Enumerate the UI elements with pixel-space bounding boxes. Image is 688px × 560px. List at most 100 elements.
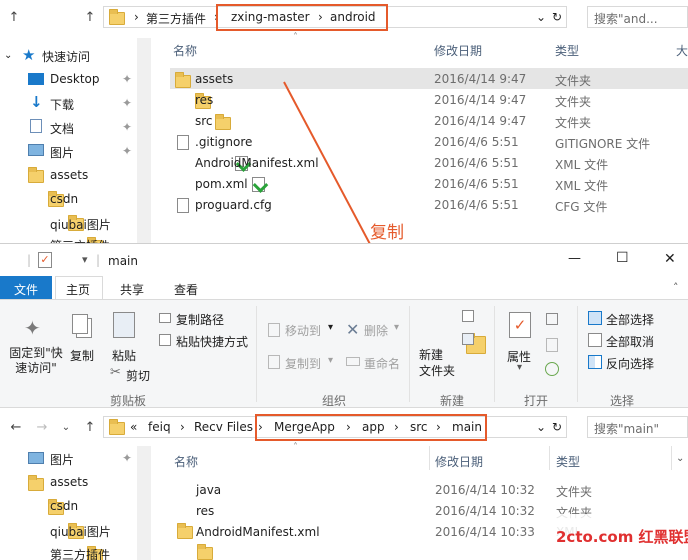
chevron-down-icon[interactable]: ⌄ (676, 453, 684, 464)
file-name[interactable]: AndroidManifest.xml (196, 525, 320, 539)
pin-to-quick-access-button[interactable]: 固定到"快速访问" (6, 346, 66, 376)
breadcrumb-separator: › (180, 420, 185, 434)
tab-file-label: 文件 (14, 283, 39, 297)
column-divider (671, 446, 672, 470)
column-divider (429, 446, 430, 470)
nav-scrollbar[interactable] (137, 446, 151, 560)
copy-path-icon (159, 313, 171, 323)
delete-icon: ✕ (346, 320, 360, 339)
select-none-icon (588, 333, 602, 347)
search-placeholder: 搜索"main" (594, 422, 660, 436)
paste-shortcut-icon (159, 334, 171, 346)
group-label-open: 打开 (524, 394, 549, 408)
breadcrumb-item[interactable]: feiq (148, 420, 171, 434)
edit-icon[interactable] (546, 338, 558, 352)
copy-to-button[interactable]: 复制到 (285, 355, 321, 372)
sort-chevron-icon: ˄ (293, 442, 298, 453)
copy-path-button[interactable]: 复制路径 (176, 311, 224, 328)
group-label-organize: 组织 (322, 394, 347, 408)
nav-pane: 图片 ✦ assets csdn qiubai图片 第三方插件 (0, 446, 155, 560)
column-header-type[interactable]: 类型 (556, 453, 580, 470)
file-date: 2016/4/14 10:33 (435, 525, 535, 539)
column-header-modified[interactable]: 修改日期 (435, 453, 483, 470)
quick-access-divider: | (96, 253, 101, 267)
chevron-down-icon: ▾ (328, 322, 334, 333)
tab-share[interactable]: 共享 (120, 281, 144, 298)
copy-to-icon (268, 355, 280, 369)
file-date: 2016/4/14 10:32 (435, 483, 535, 497)
refresh-icon[interactable]: ↻ (552, 420, 562, 434)
nav-item-plugins[interactable]: 第三方插件 (50, 546, 110, 560)
customize-quick-access-icon[interactable]: ▾ (82, 253, 88, 266)
cut-button[interactable]: 剪切 (126, 367, 150, 384)
chevron-down-icon: ▾ (394, 322, 400, 333)
open-icon[interactable] (546, 313, 558, 325)
recent-locations-icon[interactable]: ⌄ (58, 420, 74, 436)
chevron-down-icon[interactable]: ⌄ (536, 420, 546, 434)
group-label-select: 选择 (610, 394, 635, 408)
watermark-logo: 2cto.com 红黑联盟 (552, 514, 688, 558)
picture-icon (28, 452, 44, 464)
select-none-button[interactable]: 全部取消 (606, 333, 654, 350)
file-name[interactable]: java (196, 483, 221, 497)
column-divider (549, 446, 550, 470)
chevron-up-icon[interactable]: ˄ (673, 281, 679, 294)
chevron-down-icon: ▾ (517, 362, 523, 373)
folder-icon (109, 419, 125, 435)
scissors-icon: ✂ (110, 365, 121, 380)
breadcrumb-overflow[interactable]: « (130, 420, 137, 434)
select-all-button[interactable]: 全部选择 (606, 311, 654, 328)
tab-view[interactable]: 查看 (174, 281, 198, 298)
history-icon[interactable] (545, 362, 559, 376)
pin-icon[interactable]: ✦ (122, 451, 132, 465)
move-to-button[interactable]: 移动到 (285, 322, 321, 339)
file-name[interactable]: res (196, 504, 214, 518)
column-header-name[interactable]: 名称 (174, 453, 198, 470)
tab-home-label: 主页 (66, 283, 91, 297)
new-item-icon[interactable] (462, 310, 474, 322)
window-title: main (108, 254, 138, 268)
move-to-icon (268, 323, 280, 337)
folder-icon (28, 475, 44, 491)
nav-item-csdn[interactable]: csdn (50, 499, 78, 513)
quick-access-divider: | (27, 253, 32, 267)
new-folder-button[interactable]: 新建 文件夹 (419, 347, 457, 379)
maximize-button[interactable]: ☐ (616, 250, 629, 266)
file-date: 2016/4/14 10:32 (435, 504, 535, 518)
invert-selection-button[interactable]: 反向选择 (606, 355, 654, 372)
group-label-new: 新建 (440, 394, 465, 408)
chevron-down-icon: ▾ (328, 355, 334, 366)
breadcrumb-item[interactable]: Recv Files (194, 420, 253, 434)
up-arrow-icon[interactable]: ↑ (82, 420, 98, 436)
copy-icon (72, 314, 88, 334)
group-label-clipboard: 剪贴板 (110, 394, 147, 408)
properties-check-icon[interactable]: ✓ (38, 252, 52, 268)
paste-shortcut-button[interactable]: 粘贴快捷方式 (176, 333, 248, 350)
highlight-box (255, 414, 487, 441)
paste-icon (113, 312, 135, 338)
nav-item-assets[interactable]: assets (50, 475, 88, 489)
easy-access-icon[interactable] (462, 333, 474, 345)
file-type: 文件夹 (556, 485, 593, 499)
watermark-text: 2cto.com 红黑联盟 (556, 528, 688, 546)
invert-selection-icon (588, 355, 602, 369)
delete-button[interactable]: 删除 (364, 322, 388, 339)
ribbon-divider (409, 306, 410, 402)
rename-icon (346, 357, 360, 366)
rename-button[interactable]: 重命名 (364, 355, 400, 372)
close-button[interactable]: ✕ (664, 251, 676, 267)
select-all-icon (588, 311, 602, 325)
ribbon-divider (256, 306, 257, 402)
folder-icon (196, 544, 213, 560)
copy-button[interactable]: 复制 (70, 347, 94, 364)
ribbon-divider (577, 306, 578, 402)
nav-item-qiubai[interactable]: qiubai图片 (50, 523, 111, 540)
minimize-button[interactable]: — (568, 251, 581, 266)
search-input[interactable]: 搜索"main" (587, 416, 688, 438)
paste-button[interactable]: 粘贴 (112, 347, 136, 364)
properties-icon: ✓ (509, 312, 531, 338)
forward-arrow-icon[interactable]: → (34, 420, 50, 436)
folder-icon (177, 523, 193, 539)
back-arrow-icon[interactable]: ← (8, 420, 24, 436)
nav-item-pictures[interactable]: 图片 (50, 451, 74, 468)
